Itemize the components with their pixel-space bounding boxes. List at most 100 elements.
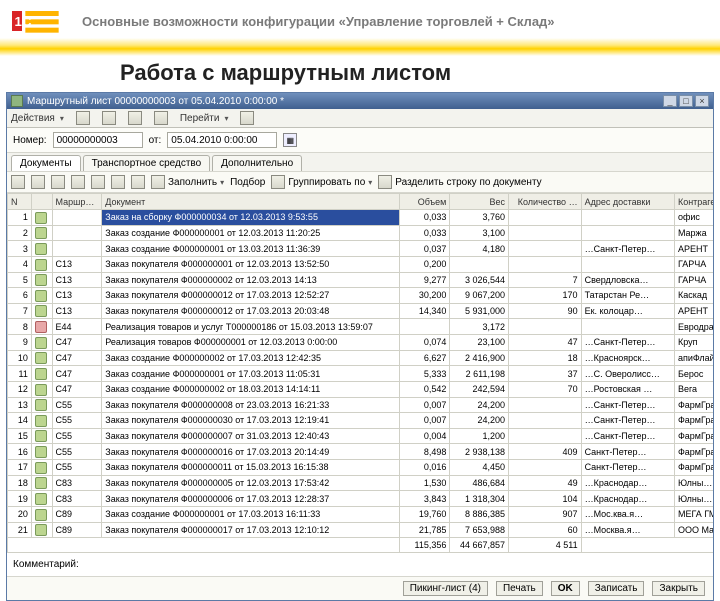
tb-fill[interactable]: Заполнить <box>151 175 224 189</box>
row-status-icon <box>35 493 47 505</box>
table-row[interactable]: 2Заказ создание Ф000000001 от 12.03.2013… <box>8 225 714 241</box>
tab-additional[interactable]: Дополнительно <box>212 155 302 171</box>
menubar: Действия Перейти <box>7 109 713 128</box>
menu-actions[interactable]: Действия <box>11 113 64 124</box>
tab-transport[interactable]: Транспортное средство <box>83 155 211 171</box>
row-status-icon <box>35 290 47 302</box>
table-row[interactable]: 9С47Реализация товаров Ф000000001 от 12.… <box>8 335 714 351</box>
ok-button[interactable]: OK <box>551 581 580 596</box>
col-document[interactable]: Документ <box>102 194 400 210</box>
table-row[interactable]: 12С47Заказ создание Ф000000002 от 18.03.… <box>8 381 714 397</box>
close-form-button[interactable]: Закрыть <box>652 581 705 596</box>
row-status-icon <box>35 477 47 489</box>
col-route[interactable]: Маршр… <box>52 194 102 210</box>
row-status-icon <box>35 368 47 380</box>
toolbar-icon-4[interactable] <box>154 111 168 125</box>
row-status-icon <box>35 524 47 536</box>
row-status-icon <box>35 321 47 333</box>
comment-label: Комментарий: <box>13 559 79 570</box>
toolbar-icon-1[interactable] <box>76 111 90 125</box>
split-icon <box>378 175 392 189</box>
row-status-icon <box>35 352 47 364</box>
tabs: Документы Транспортное средство Дополнит… <box>7 153 713 171</box>
table-row[interactable]: 11С47Заказ создание Ф000000001 от 17.03.… <box>8 366 714 382</box>
number-input[interactable]: 00000000003 <box>53 132 143 148</box>
row-status-icon <box>35 415 47 427</box>
svg-text:1C: 1C <box>15 14 32 29</box>
yellow-band <box>0 38 720 56</box>
col-n[interactable]: N <box>8 194 32 210</box>
toolbar-icon-5[interactable] <box>240 111 254 125</box>
table-row[interactable]: 4С13Заказ покупателя Ф000000001 от 12.03… <box>8 256 714 272</box>
row-status-icon <box>35 243 47 255</box>
row-status-icon <box>35 384 47 396</box>
table-row[interactable]: 17С55Заказ покупателя Ф000000011 от 15.0… <box>8 460 714 476</box>
tb-add-icon[interactable] <box>11 175 25 189</box>
fill-icon <box>151 175 165 189</box>
restore-button[interactable]: □ <box>679 95 693 107</box>
table-row[interactable]: 5С13Заказ покупателя Ф000000002 от 12.03… <box>8 272 714 288</box>
form-icon <box>11 95 23 107</box>
table-row[interactable]: 3Заказ создание Ф000000001 от 13.03.2013… <box>8 241 714 257</box>
col-icon[interactable] <box>31 194 52 210</box>
tb-up-icon[interactable] <box>91 175 105 189</box>
table-row[interactable]: 21С89Заказ покупателя Ф000000017 от 17.0… <box>8 522 714 538</box>
date-input[interactable]: 05.04.2010 0:00:00 <box>167 132 277 148</box>
picking-list-button[interactable]: Пикинг-лист (4) <box>403 581 488 596</box>
table-row[interactable]: 13С55Заказ покупателя Ф000000008 от 23.0… <box>8 397 714 413</box>
table-row[interactable]: 7С13Заказ покупателя Ф000000012 от 17.03… <box>8 303 714 319</box>
col-contractor[interactable]: Контрагент / Ск… <box>674 194 713 210</box>
toolbar-icon-3[interactable] <box>128 111 142 125</box>
tb-down-icon[interactable] <box>111 175 125 189</box>
table-row[interactable]: 6С13Заказ покупателя Ф000000012 от 17.03… <box>8 288 714 304</box>
logo-1c: 1C <box>12 6 62 36</box>
close-button[interactable]: × <box>695 95 709 107</box>
tb-sort-icon[interactable] <box>131 175 145 189</box>
col-qty[interactable]: Количество … <box>509 194 582 210</box>
tb-delete-icon[interactable] <box>71 175 85 189</box>
tab-documents[interactable]: Документы <box>11 155 81 171</box>
tb-split[interactable]: Разделить строку по документу <box>378 175 541 189</box>
row-status-icon <box>35 509 47 521</box>
minimize-button[interactable]: _ <box>663 95 677 107</box>
row-status-icon <box>35 274 47 286</box>
table-row[interactable]: 20С89Заказ создание Ф000000001 от 17.03.… <box>8 506 714 522</box>
slide-header: 1C Основные возможности конфигурации «Уп… <box>0 0 720 38</box>
table-row[interactable]: 10С47Заказ создание Ф000000002 от 17.03.… <box>8 350 714 366</box>
menu-go[interactable]: Перейти <box>180 113 229 124</box>
col-weight[interactable]: Вес <box>450 194 509 210</box>
calendar-icon[interactable]: ▦ <box>283 133 297 147</box>
tb-group[interactable]: Группировать по <box>271 175 372 189</box>
table-row[interactable]: 16С55Заказ покупателя Ф000000016 от 17.0… <box>8 444 714 460</box>
documents-grid: N Маршр… Документ Объем Вес Количество …… <box>7 193 713 553</box>
col-address[interactable]: Адрес доставки <box>581 194 674 210</box>
save-button[interactable]: Записать <box>588 581 645 596</box>
titlebar: Маршрутный лист 00000000003 от 05.04.201… <box>7 93 713 109</box>
col-volume[interactable]: Объем <box>400 194 450 210</box>
subtitle: Основные возможности конфигурации «Управ… <box>82 14 555 29</box>
tb-select[interactable]: Подбор <box>230 177 265 188</box>
form-header-row: Номер: 00000000003 от: 05.04.2010 0:00:0… <box>7 128 713 153</box>
tb-copy-icon[interactable] <box>31 175 45 189</box>
table-row[interactable]: 8Е44Реализация товаров и услуг Т00000018… <box>8 319 714 335</box>
grid-wrap[interactable]: N Маршр… Документ Объем Вес Количество …… <box>7 193 713 553</box>
row-status-icon <box>35 305 47 317</box>
tb-edit-icon[interactable] <box>51 175 65 189</box>
app-window: Маршрутный лист 00000000003 от 05.04.201… <box>6 92 714 601</box>
bottom-buttons: Пикинг-лист (4) Печать OK Записать Закры… <box>7 576 713 600</box>
row-status-icon <box>35 227 47 239</box>
row-status-icon <box>35 399 47 411</box>
row-status-icon <box>35 212 47 224</box>
table-row[interactable]: 14С55Заказ покупателя Ф000000030 от 17.0… <box>8 413 714 429</box>
page-title: Работа с маршрутным листом <box>0 56 720 92</box>
row-status-icon <box>35 430 47 442</box>
print-button[interactable]: Печать <box>496 581 543 596</box>
row-status-icon <box>35 259 47 271</box>
group-icon <box>271 175 285 189</box>
table-row[interactable]: 18С83Заказ покупателя Ф000000005 от 12.0… <box>8 475 714 491</box>
table-row[interactable]: 19С83Заказ покупателя Ф000000006 от 17.0… <box>8 491 714 507</box>
number-label: Номер: <box>13 135 47 146</box>
table-row[interactable]: 1Заказ на сборку Ф000000034 от 12.03.201… <box>8 210 714 226</box>
toolbar-icon-2[interactable] <box>102 111 116 125</box>
table-row[interactable]: 15С55Заказ покупателя Ф000000007 от 31.0… <box>8 428 714 444</box>
